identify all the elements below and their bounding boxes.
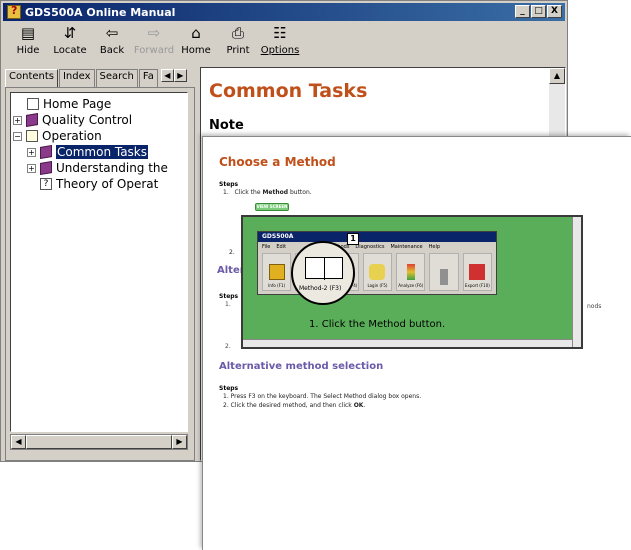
step-fragment-2: 2. xyxy=(225,343,231,350)
export-icon xyxy=(469,264,486,280)
menu-file: File xyxy=(262,243,271,250)
collapse-icon[interactable]: − xyxy=(13,131,22,141)
tree-item-theory[interactable]: ? Theory of Operat xyxy=(13,176,185,192)
gds-export-button: Export (F10) xyxy=(462,253,493,291)
alt-step-2: 2. Click the desired method, and then cl… xyxy=(223,402,366,409)
tab-favorites[interactable]: Fa xyxy=(138,69,158,87)
step-1: 1. Click the Method button. xyxy=(223,189,312,196)
tab-contents[interactable]: Contents xyxy=(5,69,58,87)
alt-step-1: 1. Press F3 on the keyboard. The Select … xyxy=(223,393,422,400)
info-icon xyxy=(268,264,285,280)
title-bar[interactable]: GDS500A Online Manual _ □ X xyxy=(3,3,565,21)
window-title: GDS500A Online Manual xyxy=(25,5,176,19)
gds-menu-bar: File Edit Methods Diagnostics Maintenanc… xyxy=(258,242,496,251)
navigation-pane: Contents Index Search Fa ◀ ▶ Home Page +… xyxy=(5,69,195,461)
minimize-button[interactable]: _ xyxy=(515,5,530,18)
alternative-method-heading: Alternative method selection xyxy=(219,361,384,372)
print-button[interactable]: ⎙ Print xyxy=(217,23,259,63)
login-key-icon xyxy=(369,264,386,280)
step-2-number: 2. xyxy=(229,249,235,256)
gds-info-button: Info (F1) xyxy=(262,253,292,291)
hide-button[interactable]: ▤ Hide xyxy=(7,23,49,63)
contents-panel: Home Page + Quality Control − Operation … xyxy=(5,87,195,461)
tree-item-quality-control[interactable]: + Quality Control xyxy=(13,112,185,128)
gds-stop-button xyxy=(429,253,459,291)
steps-label-3: Steps xyxy=(219,385,239,392)
menu-diagnostics: Diagnostics xyxy=(355,243,385,250)
contents-tree: Home Page + Quality Control − Operation … xyxy=(10,92,188,432)
view-screen-button[interactable]: VIEW SCREEN xyxy=(255,203,289,211)
book-icon xyxy=(26,112,38,128)
forward-arrow-icon: ⇨ xyxy=(147,24,161,42)
step-number-callout: 1 xyxy=(347,233,359,245)
step-fragment-1: 1. xyxy=(225,301,231,308)
tab-scroll-right-icon[interactable]: ▶ xyxy=(173,69,187,82)
options-button[interactable]: ☷ Options xyxy=(259,23,301,63)
help-icon: ? xyxy=(40,178,52,190)
choose-method-heading: Choose a Method xyxy=(219,155,336,169)
menu-help: Help xyxy=(428,243,441,250)
screenshot-hscrollbar xyxy=(243,339,572,347)
screenshot-caption: 1. Click the Method button. xyxy=(309,319,446,330)
menu-edit: Edit xyxy=(276,243,287,250)
back-button[interactable]: ⇦ Back xyxy=(91,23,133,63)
forward-button[interactable]: ⇨ Forward xyxy=(133,23,175,63)
magnifier-callout: Method-2 (F3) xyxy=(291,241,355,305)
book-icon xyxy=(40,160,52,176)
screenshot-scrollbar xyxy=(572,217,581,347)
home-button[interactable]: ⌂ Home xyxy=(175,23,217,63)
toolbar: ▤ Hide ⇵ Locate ⇦ Back ⇨ Forward ⌂ Home … xyxy=(3,23,565,63)
gds-login-button: Login (F5) xyxy=(362,253,393,291)
open-book-icon xyxy=(26,130,38,142)
back-arrow-icon: ⇦ xyxy=(105,24,119,42)
hide-icon: ▤ xyxy=(20,24,36,42)
tab-search[interactable]: Search xyxy=(95,69,138,87)
close-button[interactable]: X xyxy=(547,5,562,18)
home-icon: ⌂ xyxy=(191,24,201,42)
help-app-icon xyxy=(7,4,21,19)
page-icon xyxy=(27,98,39,110)
tab-index[interactable]: Index xyxy=(58,69,95,87)
gds-analyze-button: Analyze (F6) xyxy=(396,253,426,291)
locate-button[interactable]: ⇵ Locate xyxy=(49,23,91,63)
book-icon xyxy=(40,144,52,160)
tree-item-operation[interactable]: − Operation xyxy=(13,128,185,144)
open-book-icon xyxy=(305,257,343,280)
tree-item-common-tasks[interactable]: + Common Tasks xyxy=(13,144,185,160)
scroll-right-icon[interactable]: ▶ xyxy=(172,435,187,449)
zoomed-help-page: Choose a Method Steps 1. Click the Metho… xyxy=(202,136,631,550)
note-heading: Note xyxy=(209,118,244,133)
menu-maintenance: Maintenance xyxy=(390,243,423,250)
tree-item-understanding[interactable]: + Understanding the xyxy=(13,160,185,176)
gds-title: GDS500A xyxy=(258,232,496,242)
maximize-button[interactable]: □ xyxy=(531,5,546,18)
analyze-icon xyxy=(406,264,415,280)
topic-title: Common Tasks xyxy=(209,80,368,102)
methods-fragment: nods xyxy=(587,303,602,310)
expand-icon[interactable]: + xyxy=(27,163,36,173)
expand-icon[interactable]: + xyxy=(13,115,22,125)
tree-item-home-page[interactable]: Home Page xyxy=(13,96,185,112)
tab-scroll-left-icon[interactable]: ◀ xyxy=(160,69,174,82)
expand-icon[interactable]: + xyxy=(27,147,36,157)
scroll-up-icon[interactable]: ▲ xyxy=(549,68,565,84)
traffic-light-icon xyxy=(440,269,449,285)
scroll-left-icon[interactable]: ◀ xyxy=(11,435,26,449)
steps-label-2: Steps xyxy=(219,293,239,300)
options-icon: ☷ xyxy=(273,24,287,42)
nav-tabs: Contents Index Search Fa ◀ ▶ xyxy=(5,69,195,87)
steps-label: Steps xyxy=(219,181,239,188)
printer-icon: ⎙ xyxy=(231,24,244,42)
locate-icon: ⇵ xyxy=(63,24,77,42)
tree-horizontal-scrollbar[interactable]: ◀ ▶ xyxy=(10,434,188,450)
